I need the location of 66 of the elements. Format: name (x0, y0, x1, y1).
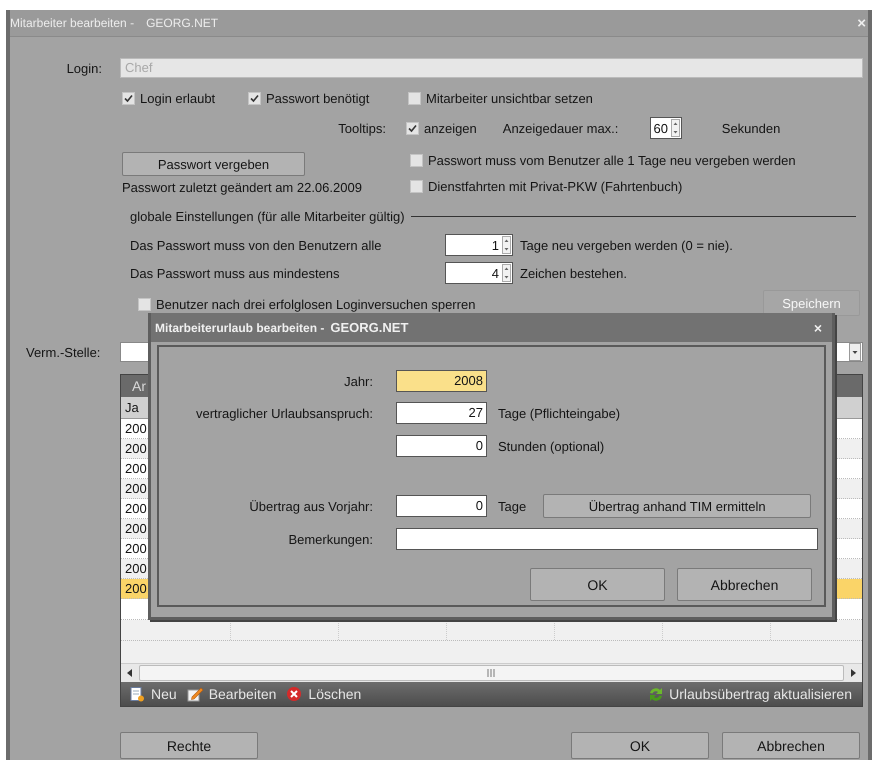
field-label: Das Passwort muss von den Benutzern alle (130, 238, 382, 252)
dialog-title: Mitarbeiterurlaub bearbeiten - (155, 320, 324, 334)
field-label: Login: (66, 60, 102, 76)
toolbar-button[interactable]: Bearbeiten (182, 686, 280, 702)
checkbox[interactable] (406, 122, 419, 134)
toolbar-button[interactable]: Löschen (282, 686, 366, 702)
number-spinner[interactable]: 1 (445, 234, 513, 256)
ok-button[interactable]: OK (530, 568, 665, 601)
field-label: Anzeigedauer max.: (502, 120, 620, 136)
unit-label: Tage (498, 498, 526, 514)
checkbox-label: Dienstfahrten mit Privat-PKW (Fahrtenbuch) (428, 178, 682, 194)
input-field[interactable]: 0 (396, 435, 487, 457)
toolbar-button[interactable]: Neu (125, 686, 181, 702)
grip-icon (487, 669, 496, 677)
number-spinner[interactable]: 4 (445, 262, 513, 284)
checkbox-label: Passwort benötigt (266, 90, 370, 106)
close-button[interactable]: × (814, 320, 822, 336)
checkbox-label: Login erlaubt (140, 90, 216, 106)
cancel-button[interactable]: Abbrechen (677, 568, 812, 601)
checkbox[interactable] (248, 92, 261, 104)
unit-label: Sekunden (722, 120, 780, 136)
field-label: vertraglicher Urlaubsanspruch: (194, 406, 373, 420)
unit-label: Stunden (optional) (498, 438, 604, 454)
checkbox[interactable] (122, 92, 135, 104)
cancel-button[interactable]: Abbrechen (722, 732, 860, 759)
spin-arrows-icon (502, 264, 511, 282)
dialog-subtitle: GEORG.NET (330, 320, 408, 335)
group-title: globale Einstellungen (für alle Mitarbeiter gültig) (130, 208, 405, 224)
checkbox-label: Mitarbeiter unsichtbar setzen (426, 90, 593, 106)
checkbox-label: Benutzer nach drei erfolglosen Loginversuchen sperren (156, 296, 476, 312)
spin-arrows-icon (670, 119, 680, 137)
calculate-button[interactable]: Übertrag anhand TIM ermitteln (543, 494, 812, 518)
delete-icon (286, 686, 304, 702)
status-text: Passwort zuletzt geändert am 22.06.2009 (122, 180, 363, 194)
horizontal-scrollbar[interactable] (121, 663, 862, 682)
unit-label: Zeichen bestehen. (520, 266, 627, 280)
password-button[interactable]: Passwort vergeben (122, 152, 305, 176)
pencil-icon (186, 686, 204, 702)
checkbox-label: Passwort muss vom Benutzer alle 1 Tage neu vergeben werden (428, 152, 796, 168)
field-label: Übertrag aus Vorjahr: (248, 498, 373, 514)
spin-arrows-icon (502, 236, 511, 254)
window-subtitle: GEORG.NET (146, 16, 218, 30)
input-field[interactable] (396, 528, 818, 550)
input-field[interactable]: 0 (396, 495, 487, 517)
ok-button[interactable]: OK (571, 732, 709, 759)
input-field[interactable]: 27 (396, 402, 487, 424)
checkbox-label: anzeigen (424, 120, 477, 136)
field-label: Verm.-Stelle: (25, 344, 102, 360)
rights-button[interactable]: Rechte (120, 732, 258, 759)
field-label: Jahr: (343, 374, 373, 388)
unit-label: Tage (Pflichteingabe) (498, 406, 620, 420)
scroll-thumb[interactable] (139, 665, 844, 681)
unit-label: Tage neu vergeben werden (0 = nie). (520, 238, 733, 252)
number-spinner[interactable]: 60 (650, 117, 682, 139)
field-label: Tooltips: (337, 120, 386, 136)
input-field[interactable]: 2008 (396, 370, 487, 392)
checkbox[interactable] (410, 154, 423, 166)
field-label: Das Passwort muss aus mindestens (130, 266, 341, 280)
window-title: Mitarbeiter bearbeiten - (10, 16, 134, 30)
checkbox[interactable] (408, 92, 421, 104)
toolbar-button[interactable]: Urlaubsübertrag aktualisieren (643, 686, 856, 702)
new-document-icon (129, 686, 146, 702)
refresh-icon (647, 686, 664, 702)
checkbox[interactable] (410, 180, 423, 192)
field-label: Bemerkungen: (287, 532, 373, 546)
checkbox[interactable] (138, 298, 151, 310)
